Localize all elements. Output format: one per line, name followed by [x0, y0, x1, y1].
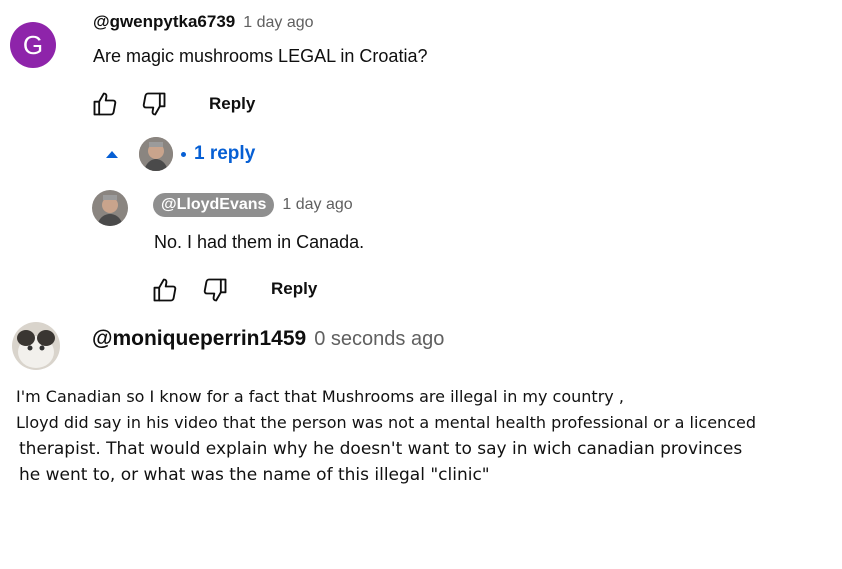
comment-time[interactable]: 0 seconds ago — [314, 328, 444, 351]
comment-line: he went to, or what was the name of this… — [19, 465, 490, 485]
dislike-button[interactable] — [200, 275, 230, 305]
thumbs-down-icon — [142, 92, 166, 116]
avatar[interactable] — [12, 322, 60, 370]
reply-button[interactable]: Reply — [209, 94, 255, 114]
comment-author[interactable]: @moniqueperrin1459 — [92, 327, 306, 351]
comment-time[interactable]: 1 day ago — [243, 14, 313, 32]
like-button[interactable] — [150, 275, 180, 305]
thumbs-down-icon — [203, 278, 227, 302]
thumbs-up-icon — [93, 92, 117, 116]
like-button[interactable] — [90, 89, 120, 119]
comment-line: Lloyd did say in his video that the pers… — [16, 413, 756, 432]
comment-line: therapist. That would explain why he doe… — [19, 439, 743, 459]
caret-up-icon — [106, 151, 118, 158]
replies-toggle[interactable]: 1 reply — [105, 137, 255, 171]
avatar[interactable] — [92, 190, 128, 226]
comment-author[interactable]: @gwenpytka6739 — [93, 12, 235, 32]
comment-text: Are magic mushrooms LEGAL in Croatia? — [93, 46, 428, 66]
creator-handle-chip[interactable]: @LloydEvans — [153, 193, 275, 217]
dislike-button[interactable] — [139, 89, 169, 119]
reply-button[interactable]: Reply — [271, 279, 317, 299]
comment-text: I'm Canadian so I know for a fact that M… — [16, 384, 836, 488]
avatar[interactable]: G — [10, 22, 56, 68]
replies-count[interactable]: 1 reply — [194, 143, 255, 165]
comment-header: @gwenpytka6739 1 day ago — [93, 12, 314, 32]
thumbs-up-icon — [153, 278, 177, 302]
reply-header: @LloydEvans 1 day ago — [153, 193, 353, 217]
avatar — [139, 137, 173, 171]
reply-time[interactable]: 1 day ago — [282, 196, 352, 214]
separator-dot — [181, 151, 186, 157]
avatar-letter: G — [22, 29, 44, 60]
reply-text: No. I had them in Canada. — [154, 232, 365, 252]
comment-line: I'm Canadian so I know for a fact that M… — [16, 387, 624, 406]
comment-header: @moniqueperrin1459 0 seconds ago — [92, 327, 444, 351]
